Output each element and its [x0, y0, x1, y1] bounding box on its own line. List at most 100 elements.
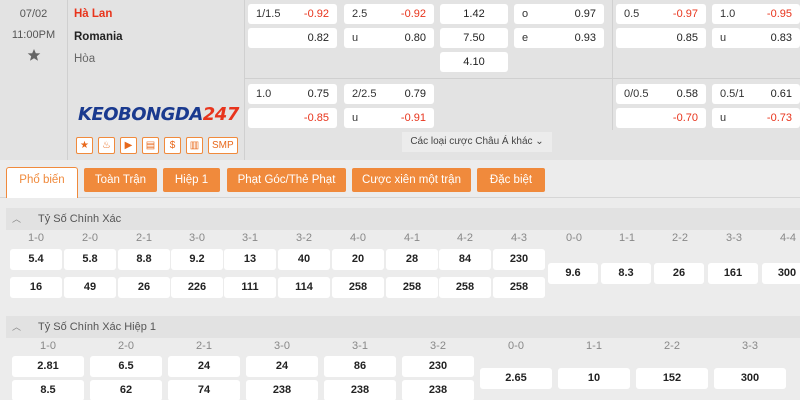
jersey-icon[interactable]: ♨: [98, 137, 115, 154]
play-icon[interactable]: ▶: [120, 137, 137, 154]
score-odds[interactable]: 49: [64, 277, 116, 298]
tab-phat-goc[interactable]: Phạt Góc/Thẻ Phạt: [227, 168, 346, 192]
x12-draw-odds[interactable]: 4.10: [440, 52, 508, 72]
score-label: 2-2: [672, 232, 688, 244]
score-odds[interactable]: 111: [224, 277, 276, 298]
score-odds[interactable]: 258: [439, 277, 491, 298]
home-team[interactable]: Hà Lan: [74, 8, 112, 20]
score-label: 3-2: [430, 340, 446, 352]
score-label: 2-1: [196, 340, 212, 352]
score-odds[interactable]: 26: [118, 277, 170, 298]
score-odds[interactable]: 24: [246, 356, 318, 377]
h1-ou-under-odds[interactable]: u 0.83: [712, 28, 800, 48]
star-icon[interactable]: ★: [76, 137, 93, 154]
more-asian-odds-dropdown[interactable]: Các loại cược Châu Á khác ⌄: [402, 132, 552, 152]
score-odds[interactable]: 5.4: [10, 249, 62, 270]
score-label: 3-1: [242, 232, 258, 244]
score-odds[interactable]: 8.8: [118, 249, 170, 270]
score-label: 4-2: [457, 232, 473, 244]
chevron-up-icon: ︿: [12, 214, 22, 224]
ou-over-odds[interactable]: 2.5 -0.92: [344, 4, 434, 24]
score-odds[interactable]: 238: [402, 380, 474, 400]
smp-button[interactable]: SMP: [208, 137, 238, 154]
score-odds[interactable]: 2.81: [12, 356, 84, 377]
score-odds[interactable]: 74: [168, 380, 240, 400]
ou-under-odds[interactable]: u 0.80: [344, 28, 434, 48]
score-odds[interactable]: 226: [171, 277, 223, 298]
draw-score-odds[interactable]: 152: [636, 368, 708, 389]
tab-cuoc-xien[interactable]: Cược xiên một trận: [352, 168, 471, 192]
score-odds[interactable]: 84: [439, 249, 491, 270]
x12-away-odds[interactable]: 7.50: [440, 28, 508, 48]
score-odds[interactable]: 230: [493, 249, 545, 270]
h1-ou-over-odds[interactable]: 1.0 -0.95: [712, 4, 800, 24]
score-odds[interactable]: 9.2: [171, 249, 223, 270]
draw-score-odds[interactable]: 9.6: [548, 263, 598, 284]
score-odds[interactable]: 258: [386, 277, 438, 298]
score-label: 1-0: [28, 232, 44, 244]
score-odds[interactable]: 13: [224, 249, 276, 270]
score-odds[interactable]: 62: [90, 380, 162, 400]
match-icon-bar: ★ ♨ ▶ ▤ $ ▥ SMP: [76, 137, 238, 155]
stats-table-icon[interactable]: ▤: [142, 137, 159, 154]
score-odds[interactable]: 8.5: [12, 380, 84, 400]
score-label: 2-1: [136, 232, 152, 244]
chevron-down-icon: ⌄: [535, 136, 544, 147]
dollar-icon[interactable]: $: [164, 137, 181, 154]
h1-ou2-over-odds[interactable]: 0.5/1 0.61: [712, 84, 800, 104]
score-label: 1-0: [40, 340, 56, 352]
tab-pho-bien[interactable]: Phổ biến: [6, 167, 78, 198]
score-odds[interactable]: 114: [278, 277, 330, 298]
draw-score-odds[interactable]: 10: [558, 368, 630, 389]
score-odds[interactable]: 20: [332, 249, 384, 270]
ou2-over-odds[interactable]: 2/2.5 0.79: [344, 84, 434, 104]
score-odds[interactable]: 86: [324, 356, 396, 377]
draw-score-odds[interactable]: 161: [708, 263, 758, 284]
match-row: 07/02 11:00PM Hà Lan Romania Hòa KEOBONG…: [0, 0, 800, 160]
score-odds[interactable]: 238: [324, 380, 396, 400]
divider: [612, 0, 613, 130]
hdp-away-odds[interactable]: 0.82: [248, 28, 337, 48]
tab-dac-biet[interactable]: Đặc biệt: [477, 168, 545, 192]
score-odds[interactable]: 24: [168, 356, 240, 377]
divider: [244, 78, 800, 79]
tab-hiep-1[interactable]: Hiệp 1: [163, 168, 220, 192]
score-odds[interactable]: 238: [246, 380, 318, 400]
h1-hdp2-away-odds[interactable]: -0.70: [616, 108, 706, 128]
x12-home-odds[interactable]: 1.42: [440, 4, 508, 24]
h1-ou2-under-odds[interactable]: u -0.73: [712, 108, 800, 128]
section-correct-score-h1-header[interactable]: ︿ Tỷ Số Chính Xác Hiệp 1: [6, 316, 800, 338]
h1-hdp-home-odds[interactable]: 0.5 -0.97: [616, 4, 706, 24]
score-odds[interactable]: 40: [278, 249, 330, 270]
score-label: 3-1: [352, 340, 368, 352]
draw-score-odds[interactable]: 8.3: [601, 263, 651, 284]
score-odds[interactable]: 5.8: [64, 249, 116, 270]
favorite-star-icon[interactable]: [27, 48, 41, 62]
score-label: 4-4: [780, 232, 796, 244]
score-odds[interactable]: 6.5: [90, 356, 162, 377]
hdp2-away-odds[interactable]: -0.85: [248, 108, 337, 128]
h1-hdp-away-odds[interactable]: 0.85: [616, 28, 706, 48]
score-odds[interactable]: 258: [332, 277, 384, 298]
draw-score-odds[interactable]: 2.65: [480, 368, 552, 389]
ou2-under-odds[interactable]: u -0.91: [344, 108, 434, 128]
draw-score-odds[interactable]: 300: [714, 368, 786, 389]
score-label: 3-3: [742, 340, 758, 352]
section-correct-score-header[interactable]: ︿ Tỷ Số Chính Xác: [6, 208, 800, 230]
score-label: 2-0: [118, 340, 134, 352]
away-team[interactable]: Romania: [74, 31, 123, 43]
h1-hdp2-home-odds[interactable]: 0/0.5 0.58: [616, 84, 706, 104]
draw-score-odds[interactable]: 300: [762, 263, 800, 284]
score-odds[interactable]: 258: [493, 277, 545, 298]
score-label: 4-0: [350, 232, 366, 244]
score-odds[interactable]: 28: [386, 249, 438, 270]
score-odds[interactable]: 230: [402, 356, 474, 377]
draw-score-odds[interactable]: 26: [654, 263, 704, 284]
tab-toan-tran[interactable]: Toàn Trận: [84, 168, 157, 192]
hdp2-home-odds[interactable]: 1.0 0.75: [248, 84, 337, 104]
score-odds[interactable]: 16: [10, 277, 62, 298]
odd-odds[interactable]: o 0.97: [514, 4, 604, 24]
even-odds[interactable]: e 0.93: [514, 28, 604, 48]
hdp-home-odds[interactable]: 1/1.5 -0.92: [248, 4, 337, 24]
bar-chart-icon[interactable]: ▥: [186, 137, 203, 154]
